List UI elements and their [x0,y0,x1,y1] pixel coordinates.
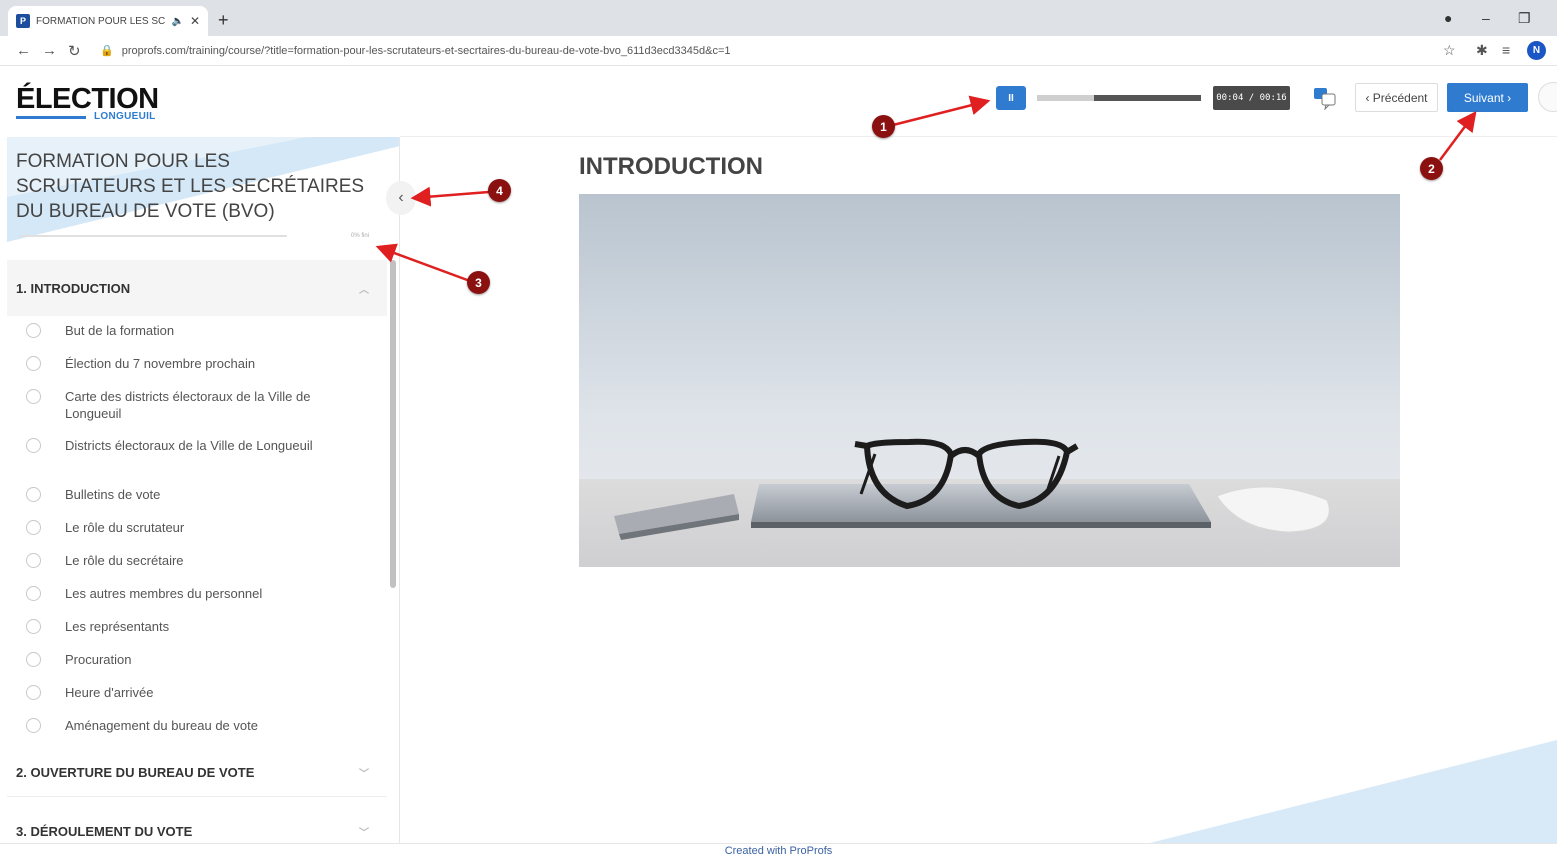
section-introduction[interactable]: 1. INTRODUCTION ︿ [7,260,387,316]
bookmark-star-icon[interactable]: ☆ [1443,42,1456,59]
lesson-label: Le rôle du scrutateur [65,520,185,535]
extensions-puzzle-icon[interactable]: ✱ [1476,42,1488,59]
annotation-marker-3: 3 [467,271,490,294]
lesson-label: Les représentants [65,619,170,634]
browser-tab[interactable]: P FORMATION POUR LES SCR 🔈 ✕ [8,6,208,36]
pause-button[interactable]: II [996,86,1026,110]
lesson-label: Élection du 7 novembre prochain [65,356,256,371]
url-field[interactable]: 🔒 proprofs.com/training/course/?title=for… [100,44,730,57]
footer-divider [0,843,1557,844]
reading-list-icon[interactable]: ≡ [1502,42,1510,58]
course-title: FORMATION POUR LES SCRUTATEURS ET LES SE… [16,151,365,222]
arrow-1 [892,95,991,127]
reload-icon[interactable]: ↻ [68,42,81,60]
section-label: 3. DÉROULEMENT DU VOTE [16,823,193,839]
radio-circle-icon[interactable] [26,652,41,667]
desk-glasses-image [579,194,1400,567]
restore-icon[interactable]: ❐ [1518,10,1531,27]
logo-word: ÉLECTION [16,83,159,115]
header-divider [400,136,1557,137]
logo-sub: LONGUEUIL [94,111,156,122]
previous-button[interactable]: ‹ Précédent [1355,83,1438,112]
lesson-label: Carte des districts électoraux de la Vil… [65,389,311,421]
annotation-marker-1: 1 [872,115,895,138]
radio-circle-icon[interactable] [26,356,41,371]
chevron-left-icon: ‹ [398,189,404,206]
section-ouverture[interactable]: 2. OUVERTURE DU BUREAU DE VOTE ﹀ [7,749,387,797]
back-arrow-icon[interactable]: ← [16,42,31,59]
url-text: proprofs.com/training/course/?title=form… [121,45,731,57]
radio-circle-icon[interactable] [26,389,41,404]
profile-avatar[interactable]: N [1527,41,1546,60]
lesson-label: Procuration [65,652,132,667]
radio-circle-icon[interactable] [26,438,41,453]
radio-circle-icon[interactable] [26,487,41,502]
close-tab-icon[interactable]: ✕ [190,14,200,28]
address-bar: ← → ↻ 🔒 proprofs.com/training/course/?tit… [0,36,1557,66]
radio-circle-icon[interactable] [26,553,41,568]
arrow-4 [410,186,490,207]
course-progress-bar [19,235,287,237]
translate-icon[interactable] [1312,86,1338,111]
radio-circle-icon[interactable] [26,718,41,733]
radio-circle-icon[interactable] [26,520,41,535]
audio-progress-bar[interactable] [1037,95,1201,101]
record-icon[interactable]: ● [1444,10,1452,26]
lesson-label: Aménagement du bureau de vote [65,718,258,733]
footer-credit[interactable]: Created with ProProfs [0,845,1557,857]
chevron-down-icon: ﹀ [359,827,369,839]
user-avatar-icon[interactable] [1538,82,1557,112]
lesson-label: Bulletins de vote [65,487,161,502]
section-deroulement[interactable]: 3. DÉROULEMENT DU VOTE ﹀ [7,807,387,843]
annotation-marker-4: 4 [488,179,511,202]
corner-decoration [1150,740,1557,843]
radio-circle-icon[interactable] [26,619,41,634]
annotation-marker-2: 2 [1420,157,1443,180]
lesson-title: INTRODUCTION [579,153,763,180]
speaker-icon[interactable]: 🔈 [171,16,183,27]
radio-circle-icon[interactable] [26,586,41,601]
logo-bar [16,116,86,119]
lesson-label: Heure d'arrivée [65,685,154,700]
browser-tab-strip: P FORMATION POUR LES SCR 🔈 ✕ + ● – ❐ [0,0,1557,36]
lesson-label: Districts électoraux de la Ville de Long… [65,438,313,453]
collapse-sidebar-button[interactable]: ‹ [386,181,416,215]
lesson-label: Les autres membres du personnel [65,586,263,601]
forward-arrow-icon[interactable]: → [42,42,57,59]
course-progress-percent: 0% fini [351,233,370,239]
proprofs-favicon-icon: P [16,14,30,28]
next-button[interactable]: Suivant › [1447,83,1528,112]
chevron-up-icon: ︿ [359,284,369,296]
radio-circle-icon[interactable] [26,323,41,338]
lock-icon: 🔒 [100,45,114,57]
lesson-label: But de la formation [65,323,175,338]
minimize-icon[interactable]: – [1482,10,1490,26]
election-longueuil-logo: ÉLECTION LONGUEUIL [16,84,166,126]
section-label: 1. INTRODUCTION [16,280,131,296]
lesson-label: Le rôle du secrétaire [65,553,184,568]
course-sidebar: FORMATION POUR LES SCRUTATEURS ET LES SE… [7,137,400,843]
time-display: 00:04 / 00:16 [1213,86,1290,110]
new-tab-button[interactable]: + [218,10,229,31]
radio-circle-icon[interactable] [26,685,41,700]
audio-progress-fill [1037,95,1095,101]
tab-title: FORMATION POUR LES SCR [36,15,166,27]
section-label: 2. OUVERTURE DU BUREAU DE VOTE [16,765,255,780]
chevron-down-icon: ﹀ [359,769,369,780]
sidebar-scrollbar[interactable] [390,260,396,588]
